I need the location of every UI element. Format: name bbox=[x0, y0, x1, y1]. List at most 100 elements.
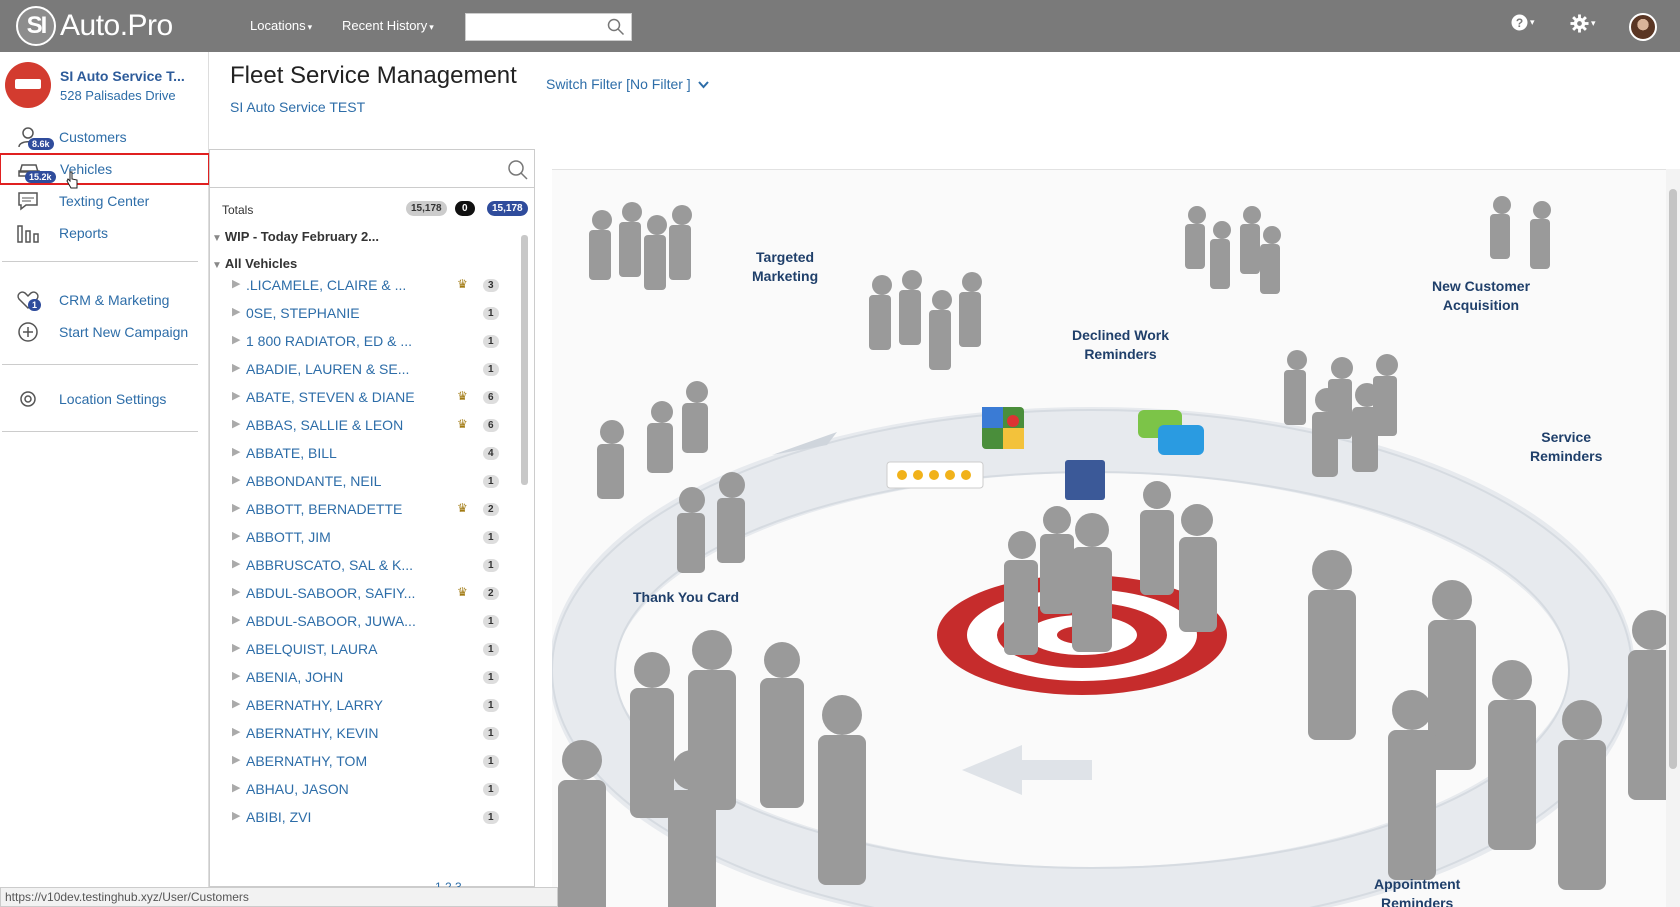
vehicle-count-badge: 1 bbox=[483, 335, 499, 348]
vehicle-row[interactable]: ▶ ABBOTT, BERNADETTE ♛ 2 bbox=[232, 498, 507, 520]
shop-address: 528 Palisades Drive bbox=[60, 88, 176, 103]
vehicle-row[interactable]: ▶ ABBOTT, JIM 1 bbox=[232, 526, 507, 548]
vehicle-owner-name[interactable]: ABBRUSCATO, SAL & K... bbox=[246, 557, 418, 573]
settings-menu[interactable]: ▾ bbox=[1570, 14, 1596, 33]
scrollbar-thumb[interactable] bbox=[1669, 189, 1677, 769]
triangle-right-icon[interactable]: ▶ bbox=[232, 473, 240, 486]
vehicle-owner-name[interactable]: .LICAMELE, CLAIRE & ... bbox=[246, 277, 418, 293]
vehicle-row[interactable]: ▶ ABIBI, ZVI 1 bbox=[232, 806, 507, 828]
sidebar-item-texting-center[interactable]: Texting Center bbox=[0, 187, 209, 215]
triangle-right-icon[interactable]: ▶ bbox=[232, 389, 240, 402]
vehicle-owner-name[interactable]: ABENIA, JOHN bbox=[246, 669, 418, 685]
app-logo[interactable]: SI Auto.Pro bbox=[16, 6, 173, 46]
vehicle-owner-name[interactable]: ABADIE, LAUREN & SE... bbox=[246, 361, 418, 377]
vehicle-row[interactable]: ▶ 1 800 RADIATOR, ED & ... 1 bbox=[232, 330, 507, 352]
vehicle-count-badge: 1 bbox=[483, 811, 499, 824]
vehicle-row[interactable]: ▶ ABBAS, SALLIE & LEON ♛ 6 bbox=[232, 414, 507, 436]
triangle-right-icon[interactable]: ▶ bbox=[232, 417, 240, 430]
shop-header[interactable]: SI Auto Service T... 528 Palisades Drive bbox=[5, 62, 205, 112]
vehicle-row[interactable]: ▶ ABERNATHY, KEVIN 1 bbox=[232, 722, 507, 744]
vehicle-row[interactable]: ▶ ABBONDANTE, NEIL 1 bbox=[232, 470, 507, 492]
triangle-right-icon[interactable]: ▶ bbox=[232, 753, 240, 766]
help-menu[interactable]: ? ▾ bbox=[1511, 14, 1535, 31]
vehicle-count-badge: 1 bbox=[483, 671, 499, 684]
status-url: https://v10dev.testinghub.xyz/User/Custo… bbox=[0, 887, 558, 907]
vehicle-count-badge: 1 bbox=[483, 307, 499, 320]
sidebar-item-start-new-campaign[interactable]: Start New Campaign bbox=[0, 318, 209, 346]
triangle-right-icon[interactable]: ▶ bbox=[232, 669, 240, 682]
recent-history-menu[interactable]: Recent History ▾ bbox=[342, 18, 434, 33]
vehicle-owner-name[interactable]: ABDUL-SABOOR, SAFIY... bbox=[246, 585, 418, 601]
list-search-input[interactable] bbox=[210, 150, 534, 188]
vehicle-row[interactable]: ▶ ABDUL-SABOOR, SAFIY... ♛ 2 bbox=[232, 582, 507, 604]
top-bar: SI Auto.Pro Locations ▾ Recent History ▾ ?… bbox=[0, 0, 1680, 52]
vehicle-owner-name[interactable]: ABIBI, ZVI bbox=[246, 809, 418, 825]
triangle-right-icon[interactable]: ▶ bbox=[232, 725, 240, 738]
vehicle-row[interactable]: ▶ ABERNATHY, TOM 1 bbox=[232, 750, 507, 772]
vehicle-row[interactable]: ▶ ABBRUSCATO, SAL & K... 1 bbox=[232, 554, 507, 576]
vehicle-row[interactable]: ▶ ABELQUIST, LAURA 1 bbox=[232, 638, 507, 660]
top-search-input[interactable] bbox=[465, 13, 632, 41]
shop-name: SI Auto Service T... bbox=[60, 68, 185, 84]
vehicle-owner-name[interactable]: 1 800 RADIATOR, ED & ... bbox=[246, 333, 418, 349]
vehicle-row[interactable]: ▶ ABDUL-SABOOR, JUWA... 1 bbox=[232, 610, 507, 632]
vehicle-row[interactable]: ▶ ABATE, STEVEN & DIANE ♛ 6 bbox=[232, 386, 507, 408]
sidebar-item-customers[interactable]: 8.6k Customers bbox=[0, 123, 209, 151]
vehicle-count-badge: 4 bbox=[483, 447, 499, 460]
triangle-right-icon[interactable]: ▶ bbox=[232, 809, 240, 822]
scrollbar-thumb[interactable] bbox=[521, 235, 528, 485]
vehicle-row[interactable]: ▶ .LICAMELE, CLAIRE & ... ♛ 3 bbox=[232, 274, 507, 296]
vehicle-owner-name[interactable]: ABATE, STEVEN & DIANE bbox=[246, 389, 418, 405]
vehicle-owner-name[interactable]: ABBOTT, JIM bbox=[246, 529, 418, 545]
triangle-right-icon[interactable]: ▶ bbox=[232, 781, 240, 794]
vehicle-owner-name[interactable]: ABERNATHY, LARRY bbox=[246, 697, 418, 713]
group-wip[interactable]: ▼ WIP - Today February 2... bbox=[212, 229, 379, 244]
locations-menu[interactable]: Locations ▾ bbox=[250, 18, 312, 33]
vehicle-row[interactable]: ▶ ABHAU, JASON 1 bbox=[232, 778, 507, 800]
vehicle-row[interactable]: ▶ ABBATE, BILL 4 bbox=[232, 442, 507, 464]
vehicle-owner-name[interactable]: ABBATE, BILL bbox=[246, 445, 418, 461]
vehicle-row[interactable]: ▶ 0SE, STEPHANIE 1 bbox=[232, 302, 507, 324]
vehicle-owner-name[interactable]: ABDUL-SABOOR, JUWA... bbox=[246, 613, 418, 629]
totals-zero-badge: 0 bbox=[455, 201, 475, 216]
triangle-right-icon[interactable]: ▶ bbox=[232, 333, 240, 346]
vehicle-count-badge: 1 bbox=[483, 531, 499, 544]
vehicle-owner-name[interactable]: ABERNATHY, TOM bbox=[246, 753, 418, 769]
search-icon[interactable] bbox=[507, 159, 529, 181]
sidebar-item-crm-marketing[interactable]: 1 CRM & Marketing bbox=[0, 286, 209, 314]
vehicle-owner-name[interactable]: ABBONDANTE, NEIL bbox=[246, 473, 418, 489]
triangle-right-icon[interactable]: ▶ bbox=[232, 501, 240, 514]
triangle-right-icon[interactable]: ▶ bbox=[232, 277, 240, 290]
sidebar-item-reports[interactable]: Reports bbox=[0, 219, 209, 247]
triangle-right-icon[interactable]: ▶ bbox=[232, 361, 240, 374]
vehicle-owner-name[interactable]: ABERNATHY, KEVIN bbox=[246, 725, 418, 741]
triangle-right-icon[interactable]: ▶ bbox=[232, 613, 240, 626]
switch-filter-link[interactable]: Switch Filter [No Filter ] bbox=[546, 76, 709, 92]
sidebar-item-label: CRM & Marketing bbox=[59, 292, 170, 308]
sidebar-item-location-settings[interactable]: Location Settings bbox=[0, 385, 209, 413]
vehicle-row[interactable]: ▶ ABADIE, LAUREN & SE... 1 bbox=[232, 358, 507, 380]
triangle-right-icon[interactable]: ▶ bbox=[232, 529, 240, 542]
vehicle-row[interactable]: ▶ ABENIA, JOHN 1 bbox=[232, 666, 507, 688]
list-scrollbar[interactable] bbox=[518, 225, 532, 865]
sidebar-item-vehicles[interactable]: 15.2k Vehicles bbox=[0, 153, 210, 189]
vehicle-row[interactable]: ▶ ABERNATHY, LARRY 1 bbox=[232, 694, 507, 716]
vehicle-owner-name[interactable]: 0SE, STEPHANIE bbox=[246, 305, 418, 321]
group-all-vehicles[interactable]: ▼ All Vehicles bbox=[212, 256, 297, 271]
triangle-right-icon[interactable]: ▶ bbox=[232, 305, 240, 318]
vehicle-owner-name[interactable]: ABHAU, JASON bbox=[246, 781, 418, 797]
main-scrollbar[interactable] bbox=[1666, 169, 1680, 907]
location-subtitle[interactable]: SI Auto Service TEST bbox=[230, 99, 365, 115]
vehicle-count-badge: 1 bbox=[483, 783, 499, 796]
triangle-right-icon[interactable]: ▶ bbox=[232, 697, 240, 710]
triangle-right-icon[interactable]: ▶ bbox=[232, 585, 240, 598]
search-icon[interactable] bbox=[607, 18, 625, 36]
triangle-right-icon[interactable]: ▶ bbox=[232, 641, 240, 654]
vehicle-owner-name[interactable]: ABBAS, SALLIE & LEON bbox=[246, 417, 418, 433]
vehicle-owner-name[interactable]: ABBOTT, BERNADETTE bbox=[246, 501, 418, 517]
user-avatar[interactable] bbox=[1629, 13, 1657, 41]
triangle-right-icon[interactable]: ▶ bbox=[232, 445, 240, 458]
triangle-right-icon[interactable]: ▶ bbox=[232, 557, 240, 570]
vehicle-owner-name[interactable]: ABELQUIST, LAURA bbox=[246, 641, 418, 657]
sidebar-item-label: Customers bbox=[59, 129, 127, 145]
